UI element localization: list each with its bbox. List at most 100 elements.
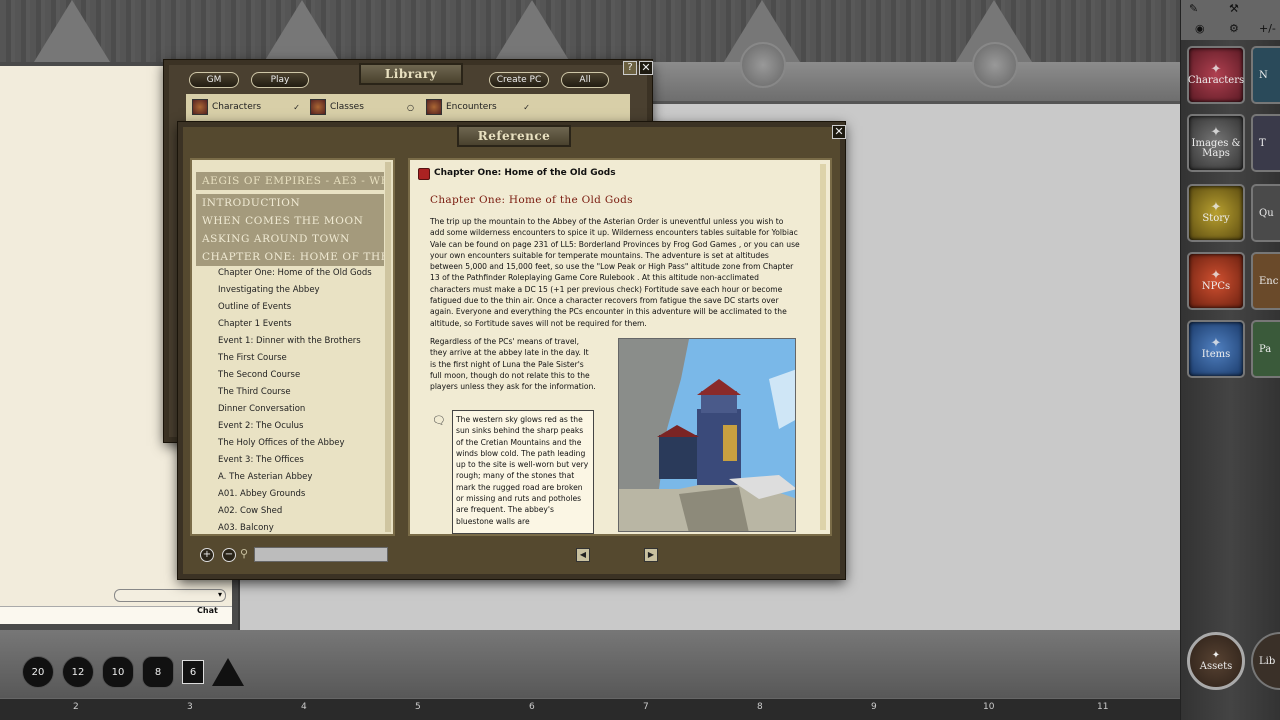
decor-peak (264, 0, 340, 62)
die-label: 12 (71, 666, 85, 678)
play-button[interactable]: Play (251, 72, 309, 88)
sidebar-button-story[interactable]: ✦ Story (1187, 184, 1245, 242)
eye-icon[interactable]: ◉ (1195, 22, 1205, 35)
ruler-tick: 3 (187, 702, 193, 712)
document-title: Chapter One: Home of the Old Gods (434, 168, 616, 178)
d12-icon[interactable]: 12 (62, 656, 94, 688)
sidebar: ✎ ⚒ ◉ ⚙ +/- ✦ Characters ✦ Images & Maps ✦… (1180, 0, 1280, 720)
help-button[interactable]: ? (623, 61, 637, 75)
grid-ruler: 2 3 4 5 6 7 8 9 10 11 (0, 698, 1180, 720)
previous-page-button[interactable]: ◀ (576, 548, 590, 562)
gear-icon[interactable]: ⚙ (1229, 22, 1239, 35)
characters-icon (192, 99, 208, 115)
story-icon: ✦ (1210, 200, 1222, 215)
check-icon[interactable]: ✓ (523, 103, 530, 112)
toc-item[interactable]: The First Course (218, 353, 287, 363)
toc-item[interactable]: A02. Cow Shed (218, 506, 282, 516)
library-item-label: Encounters (446, 102, 497, 112)
tool-icon[interactable]: ⚒ (1229, 2, 1239, 15)
read-aloud-box: The western sky glows red as the sun sin… (452, 410, 594, 534)
sidebar-button-label: T (1259, 137, 1266, 149)
sidebar-button-tables[interactable]: T (1251, 114, 1280, 172)
document-scrollbar[interactable] (820, 164, 826, 530)
toc-item[interactable]: Chapter One: Home of the Old Gods (218, 268, 372, 278)
reference-footer: + − ⚲ ◀ ▶ (190, 543, 830, 567)
add-button[interactable]: + (200, 548, 214, 562)
compass-medallion-icon (740, 42, 786, 88)
assets-button[interactable]: ✦ Assets (1187, 632, 1245, 690)
characters-icon: ✦ (1210, 62, 1222, 77)
sidebar-button-items[interactable]: ✦ Items (1187, 320, 1245, 378)
toc-header[interactable]: CHAPTER ONE: HOME OF THE OLD GODS (196, 248, 384, 266)
gm-button[interactable]: GM (189, 72, 239, 88)
d8-icon[interactable]: 8 (142, 656, 174, 688)
document-paragraph: Regardless of the PCs' means of travel, … (430, 337, 596, 392)
sidebar-button-encounters[interactable]: Enc (1251, 252, 1280, 310)
toc-item[interactable]: The Second Course (218, 370, 300, 380)
abbey-illustration[interactable] (618, 338, 796, 532)
library-button[interactable]: Lib (1251, 632, 1280, 690)
classes-icon (310, 99, 326, 115)
toc-item[interactable]: Investigating the Abbey (218, 285, 320, 295)
toc-item[interactable]: A03. Balcony (218, 523, 274, 532)
d10-icon[interactable]: 10 (102, 656, 134, 688)
toc-item[interactable]: A01. Abbey Grounds (218, 489, 305, 499)
toc-item[interactable]: A. The Asterian Abbey (218, 472, 312, 482)
pencil-icon[interactable]: ✎ (1189, 2, 1198, 15)
toc-item[interactable]: Event 3: The Offices (218, 455, 304, 465)
toc-header[interactable]: ASKING AROUND TOWN (196, 230, 384, 248)
document-icon (418, 168, 430, 180)
d4-icon[interactable] (212, 658, 244, 686)
check-icon[interactable]: ○ (407, 103, 414, 112)
library-item-classes[interactable]: Classes ○ (310, 99, 414, 115)
library-item-encounters[interactable]: Encounters ✓ (426, 99, 530, 115)
sidebar-button-label: Items (1201, 349, 1231, 360)
items-icon: ✦ (1210, 336, 1222, 351)
check-icon[interactable]: ✓ (293, 103, 300, 112)
sidebar-button-characters[interactable]: ✦ Characters (1187, 46, 1245, 104)
document-paragraph: The trip up the mountain to the Abbey of… (430, 217, 800, 328)
toc-item[interactable]: Event 1: Dinner with the Brothers (218, 336, 361, 346)
toc-item[interactable]: Dinner Conversation (218, 404, 305, 414)
sidebar-button-images-maps[interactable]: ✦ Images & Maps (1187, 114, 1245, 172)
sidebar-button-quests[interactable]: Qu (1251, 184, 1280, 242)
sidebar-button-notes[interactable]: N (1251, 46, 1280, 104)
die-label: 6 (189, 666, 197, 678)
toc-item[interactable]: Chapter 1 Events (218, 319, 292, 329)
close-button[interactable]: ✕ (639, 61, 653, 75)
toc-scrollbar[interactable] (385, 162, 391, 532)
abbey-image (619, 339, 795, 531)
close-button[interactable]: ✕ (832, 125, 846, 139)
table-of-contents: AEGIS OF EMPIRES - AE3 - WHEN COMES THE … (190, 158, 395, 536)
remove-button[interactable]: − (222, 548, 236, 562)
search-input[interactable] (254, 547, 388, 562)
toc-header[interactable]: INTRODUCTION (196, 194, 384, 212)
chat-mode-dropdown[interactable]: ▾ (114, 589, 226, 602)
create-pc-button[interactable]: Create PC (489, 72, 549, 88)
sidebar-button-label: Characters (1187, 75, 1245, 86)
decor-peak (34, 0, 110, 62)
next-page-button[interactable]: ▶ (644, 548, 658, 562)
ruler-tick: 8 (757, 702, 763, 712)
sidebar-button-label: Images & Maps (1191, 138, 1241, 159)
library-item-label: Classes (330, 102, 364, 112)
d20-icon[interactable]: 20 (22, 656, 54, 688)
zoom-toggle-button[interactable]: +/- (1259, 22, 1276, 35)
library-label: Lib (1259, 655, 1276, 667)
toc-item[interactable]: The Third Course (218, 387, 291, 397)
library-item-characters[interactable]: Characters ✓ (192, 99, 300, 115)
toc-item[interactable]: The Holy Offices of the Abbey (218, 438, 345, 448)
toc-header[interactable]: WHEN COMES THE MOON (196, 212, 384, 230)
sidebar-button-npcs[interactable]: ✦ NPCs (1187, 252, 1245, 310)
sidebar-button-parcels[interactable]: Pa (1251, 320, 1280, 378)
toc-item[interactable]: Outline of Events (218, 302, 291, 312)
ruler-tick: 4 (301, 702, 307, 712)
all-button[interactable]: All (561, 72, 609, 88)
speech-bubble-icon[interactable]: 🗨 (432, 414, 446, 427)
toc-header[interactable]: AEGIS OF EMPIRES - AE3 - WHEN COMES THE … (196, 172, 384, 190)
sidebar-toolbar: ✎ ⚒ ◉ ⚙ +/- (1181, 0, 1280, 40)
toc-item[interactable]: Event 2: The Oculus (218, 421, 303, 431)
ruler-tick: 7 (643, 702, 649, 712)
sidebar-button-label: Pa (1259, 343, 1272, 355)
d6-icon[interactable]: 6 (182, 660, 204, 684)
